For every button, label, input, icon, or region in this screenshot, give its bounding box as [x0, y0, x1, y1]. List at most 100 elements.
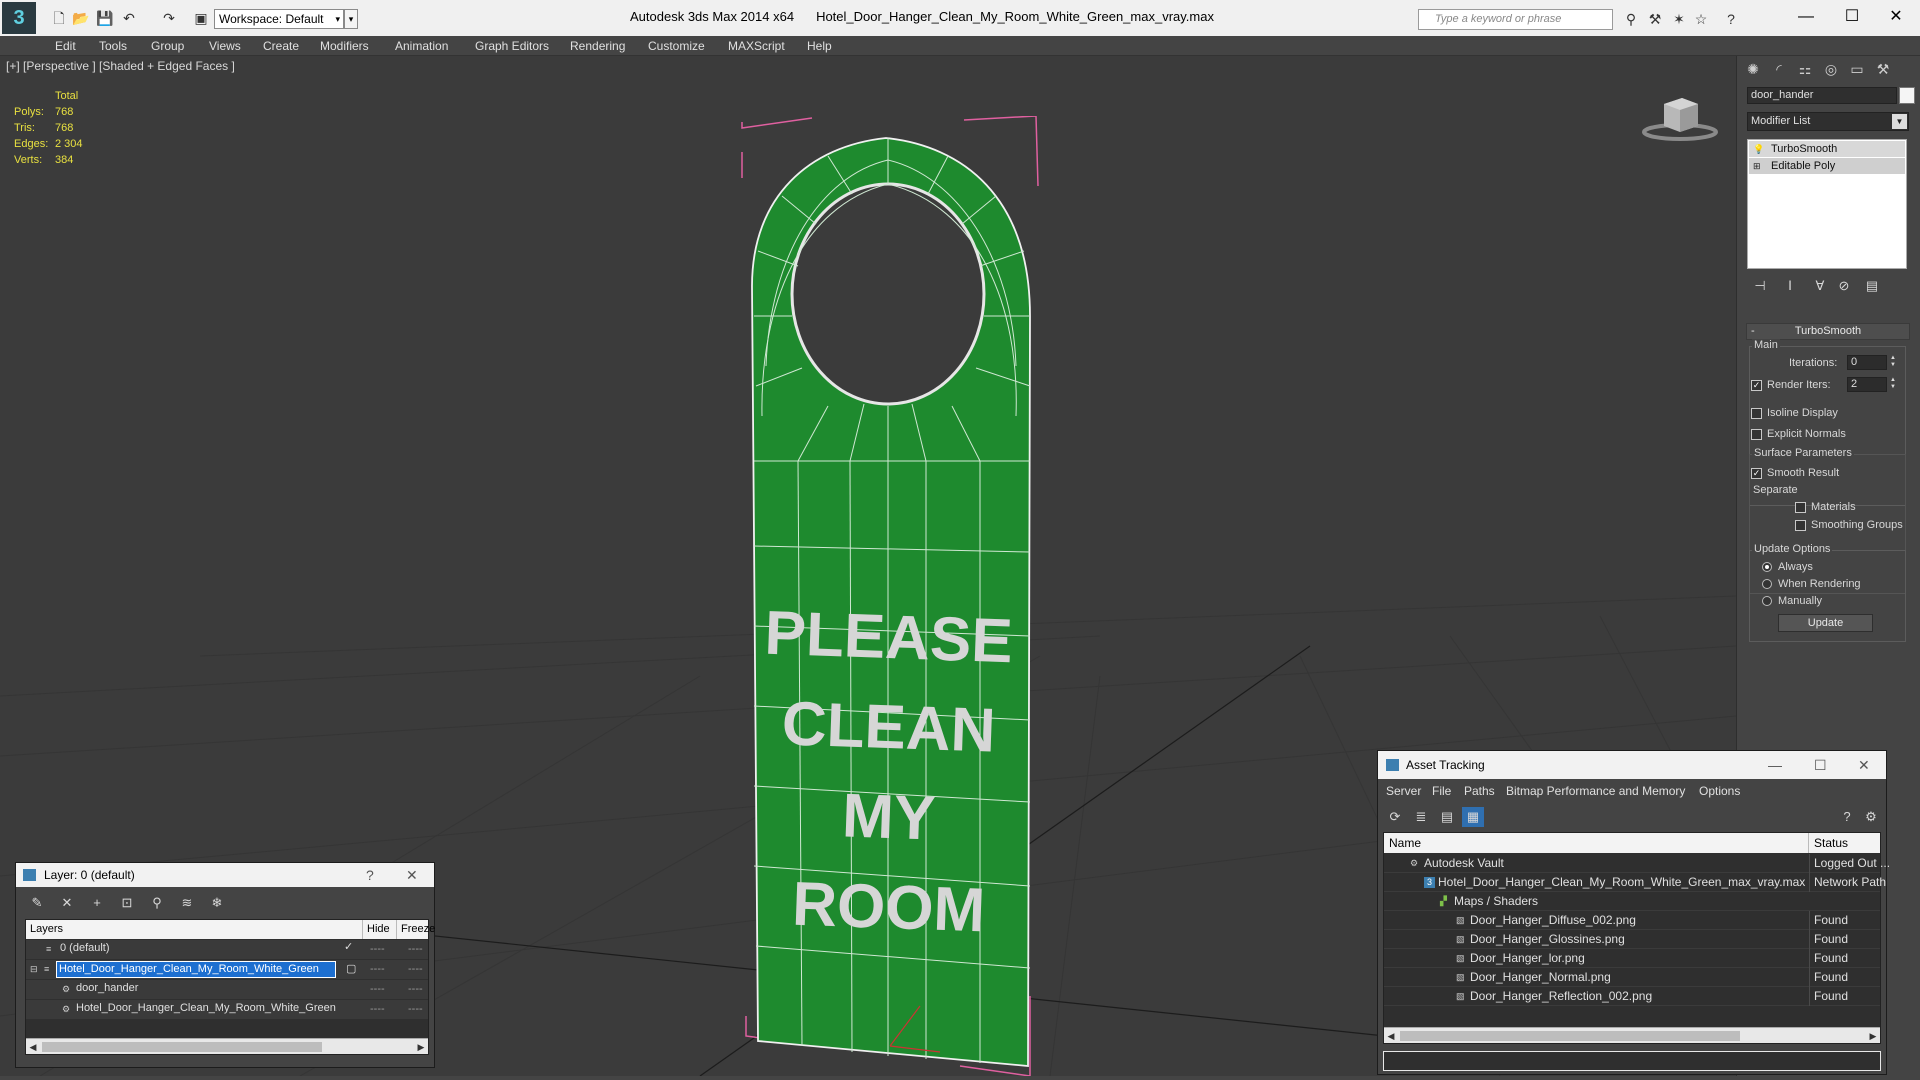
- new-file-icon[interactable]: 🗋: [50, 9, 68, 27]
- lightbulb-icon[interactable]: 💡: [1753, 144, 1764, 154]
- help-icon[interactable]: ?: [1836, 807, 1858, 827]
- freeze-toggle[interactable]: ----: [408, 1000, 423, 1019]
- update-manually-radio[interactable]: [1762, 596, 1772, 606]
- menu-animation[interactable]: Animation: [395, 39, 448, 53]
- asset-row-maps-shaders[interactable]: ▞ Maps / Shaders: [1384, 892, 1880, 911]
- menu-create[interactable]: Create: [263, 39, 299, 53]
- asset-dialog-title[interactable]: Asset Tracking — ☐ ✕: [1378, 751, 1886, 779]
- display-tab-icon[interactable]: ▭: [1845, 58, 1869, 80]
- show-end-result-icon[interactable]: Ⅰ: [1779, 276, 1801, 296]
- pin-stack-icon[interactable]: ⊣: [1749, 276, 1771, 296]
- asset-menu-file[interactable]: File: [1432, 784, 1451, 798]
- asset-menu-bitmap-performance[interactable]: Bitmap Performance and Memory: [1506, 784, 1685, 798]
- asset-horizontal-scrollbar[interactable]: ◀ ▶: [1384, 1027, 1880, 1043]
- update-always-radio[interactable]: [1762, 562, 1772, 572]
- object-row-door-hander[interactable]: ⚙ door_hander ---- ----: [26, 980, 428, 999]
- spinner-arrows-icon[interactable]: ▲ ▼: [1889, 355, 1897, 370]
- configure-sets-icon[interactable]: ▤: [1861, 276, 1883, 296]
- render-iters-spinner[interactable]: 2: [1847, 377, 1887, 392]
- viewport-label[interactable]: [+] [Perspective ] [Shaded + Edged Faces…: [6, 59, 235, 73]
- object-row-hotel-door-hanger[interactable]: ⚙ Hotel_Door_Hanger_Clean_My_Room_White_…: [26, 1000, 428, 1019]
- menu-edit[interactable]: Edit: [55, 39, 76, 53]
- hide-toggle[interactable]: ----: [370, 960, 385, 979]
- asset-row-bitmap[interactable]: ▧ Door_Hanger_lor.png Found: [1384, 949, 1880, 968]
- turbosmooth-rollout[interactable]: - TurboSmooth: [1746, 323, 1910, 340]
- hide-toggle[interactable]: ----: [370, 940, 385, 959]
- explicit-normals-checkbox[interactable]: [1751, 429, 1762, 440]
- hide-all-layers-icon[interactable]: ≋: [176, 893, 198, 913]
- asset-path-input[interactable]: [1383, 1051, 1881, 1071]
- hierarchy-tab-icon[interactable]: ⚏: [1793, 58, 1817, 80]
- asset-row-bitmap[interactable]: ▧ Door_Hanger_Normal.png Found: [1384, 968, 1880, 987]
- menu-modifiers[interactable]: Modifiers: [320, 39, 369, 53]
- menu-group[interactable]: Group: [151, 39, 184, 53]
- object-color-swatch[interactable]: [1899, 87, 1915, 104]
- smooth-result-checkbox[interactable]: ✓: [1751, 468, 1762, 479]
- create-tab-icon[interactable]: ✺: [1741, 58, 1765, 80]
- header-status[interactable]: Status: [1808, 833, 1848, 853]
- layer-row-hotel-door-hanger[interactable]: ⊟ ≡ Hotel_Door_Hanger_Clean_My_Room_Whit…: [26, 960, 428, 979]
- freeze-toggle[interactable]: ----: [408, 940, 423, 959]
- scroll-thumb[interactable]: [42, 1042, 322, 1052]
- freeze-toggle[interactable]: ----: [408, 960, 423, 979]
- menu-help[interactable]: Help: [807, 39, 832, 53]
- maximize-button[interactable]: ☐: [1814, 751, 1827, 779]
- viewcube-icon[interactable]: [1642, 92, 1718, 142]
- redo-icon[interactable]: ↷: [160, 9, 178, 27]
- refresh-icon[interactable]: ⟳: [1384, 807, 1406, 827]
- add-to-layer-icon[interactable]: +: [86, 893, 108, 913]
- favorites-star-icon[interactable]: ☆: [1692, 10, 1710, 28]
- project-folder-icon[interactable]: ▣: [192, 9, 210, 27]
- layer-horizontal-scrollbar[interactable]: ◀ ▶: [26, 1038, 428, 1054]
- layer-dialog-title[interactable]: Layer: 0 (default) ? ✕: [16, 863, 434, 887]
- isoline-display-checkbox[interactable]: [1751, 408, 1762, 419]
- asset-row-bitmap[interactable]: ▧ Door_Hanger_Reflection_002.png Found: [1384, 987, 1880, 1006]
- render-iters-checkbox[interactable]: ✓: [1751, 380, 1762, 391]
- scroll-left-icon[interactable]: ◀: [1384, 1028, 1398, 1044]
- remove-modifier-icon[interactable]: ⊘: [1833, 276, 1855, 296]
- utilities-tab-icon[interactable]: ⚒: [1871, 58, 1895, 80]
- door-hanger-mesh[interactable]: PLEASE CLEAN MY ROOM: [740, 116, 1050, 1076]
- modifier-list-select[interactable]: Modifier List ▼: [1747, 112, 1909, 131]
- asset-menu-paths[interactable]: Paths: [1464, 784, 1495, 798]
- stack-item-editable-poly[interactable]: ⊞ Editable Poly: [1749, 158, 1905, 174]
- maximize-button[interactable]: ☐: [1832, 4, 1872, 30]
- detail-view-icon[interactable]: ▤: [1436, 807, 1458, 827]
- save-file-icon[interactable]: 💾: [96, 9, 114, 27]
- asset-row-max-file[interactable]: 3 Hotel_Door_Hanger_Clean_My_Room_White_…: [1384, 873, 1886, 892]
- freeze-all-layers-icon[interactable]: ❄: [206, 893, 228, 913]
- search-input[interactable]: Type a keyword or phrase: [1418, 9, 1613, 30]
- list-view-icon[interactable]: ≣: [1410, 807, 1432, 827]
- layer-row-default[interactable]: ≡ 0 (default) ✓ ---- ----: [26, 940, 428, 959]
- help-button[interactable]: ?: [366, 863, 374, 887]
- asset-row-bitmap[interactable]: ▧ Door_Hanger_Diffuse_002.png Found: [1384, 911, 1880, 930]
- menu-customize[interactable]: Customize: [648, 39, 705, 53]
- communication-icon[interactable]: ✶: [1670, 10, 1688, 28]
- menu-tools[interactable]: Tools: [99, 39, 127, 53]
- spinner-arrows-icon[interactable]: ▲ ▼: [1889, 377, 1897, 392]
- header-hide[interactable]: Hide: [362, 920, 390, 939]
- create-layer-icon[interactable]: ✎: [26, 893, 48, 913]
- settings-icon[interactable]: ⚙: [1860, 807, 1882, 827]
- asset-row-bitmap[interactable]: ▧ Door_Hanger_Glossines.png Found: [1384, 930, 1880, 949]
- iterations-spinner[interactable]: 0: [1847, 355, 1887, 370]
- open-file-icon[interactable]: 📂: [72, 9, 90, 27]
- close-window-button[interactable]: ✕: [1876, 4, 1916, 30]
- smoothing-groups-checkbox[interactable]: [1795, 520, 1806, 531]
- current-layer-check-icon[interactable]: ✓: [344, 938, 353, 957]
- customize-toolbar-button[interactable]: ▾: [344, 9, 358, 29]
- help-icon[interactable]: ?: [1722, 10, 1740, 28]
- delete-layer-icon[interactable]: ✕: [56, 893, 78, 913]
- hide-toggle[interactable]: ----: [370, 1000, 385, 1019]
- scroll-right-icon[interactable]: ▶: [1866, 1028, 1880, 1044]
- object-name-input[interactable]: door_hander: [1747, 87, 1897, 104]
- make-unique-icon[interactable]: ∀: [1809, 276, 1831, 296]
- select-objects-icon[interactable]: ⊡: [116, 893, 138, 913]
- stack-item-turbosmooth[interactable]: 💡 TurboSmooth: [1749, 141, 1905, 157]
- modify-tab-icon[interactable]: ◜: [1767, 58, 1791, 80]
- asset-menu-server[interactable]: Server: [1386, 784, 1421, 798]
- menu-views[interactable]: Views: [209, 39, 241, 53]
- expand-plus-icon[interactable]: ⊞: [1753, 161, 1763, 171]
- update-button[interactable]: Update: [1778, 614, 1873, 632]
- subscription-icon[interactable]: ⚒: [1646, 10, 1664, 28]
